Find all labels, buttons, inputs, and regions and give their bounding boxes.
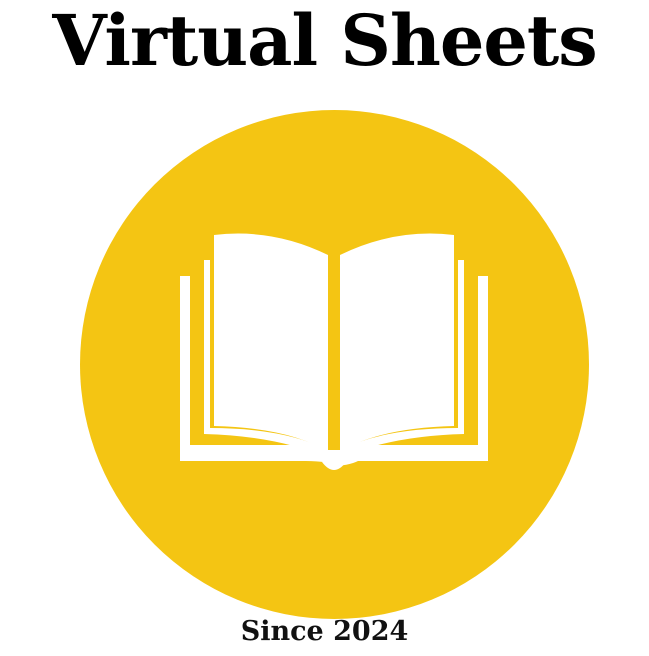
brand-emblem [80,110,589,619]
brand-tagline: Since 2024 [240,616,409,647]
open-book-icon [180,233,488,470]
brand-title: Virtual Sheets [52,0,597,82]
brand-logo: Virtual Sheets Since 2024 [0,0,649,656]
